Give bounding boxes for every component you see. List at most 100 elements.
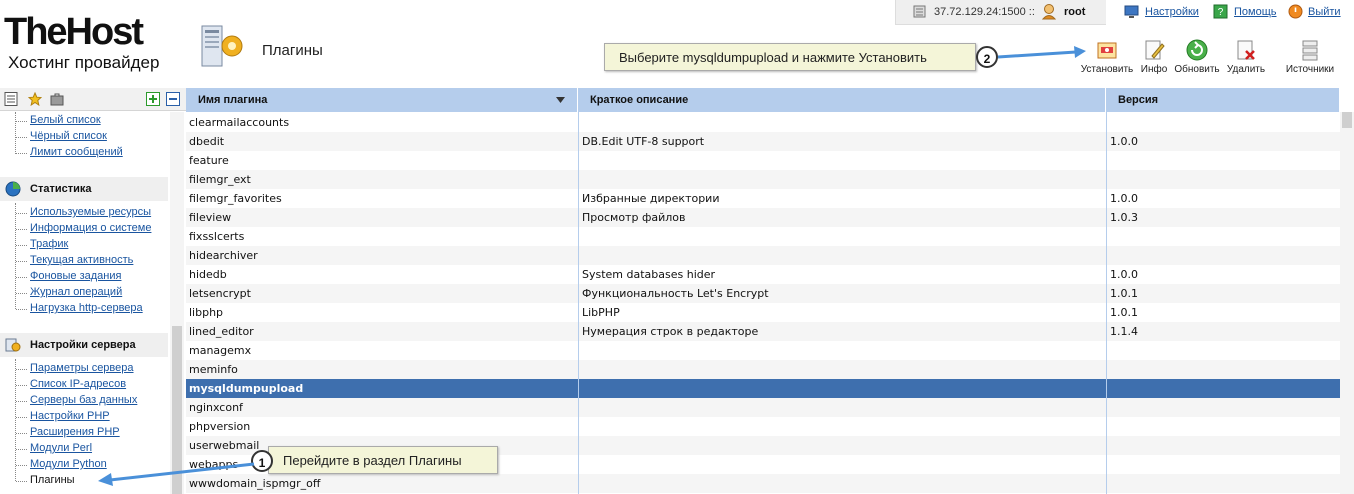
- current-user: root: [1064, 6, 1086, 18]
- cell-description: [582, 151, 1102, 170]
- list-view-icon[interactable]: [4, 92, 18, 106]
- table-row[interactable]: dbedit DB.Edit UTF-8 support 1.0.0: [186, 132, 1340, 151]
- sidebar-item-db-servers[interactable]: Серверы баз данных: [30, 394, 137, 406]
- server-icon: [913, 5, 926, 18]
- cell-version: [1110, 455, 1330, 474]
- install-label: Установить: [1080, 64, 1134, 75]
- table-row[interactable]: fixsslcerts: [186, 227, 1340, 246]
- cell-description: [582, 436, 1102, 455]
- server-settings-icon: [5, 338, 21, 352]
- sidebar-item-plugins[interactable]: Плагины: [30, 474, 75, 486]
- sidebar-item-php-settings[interactable]: Настройки PHP: [30, 410, 110, 422]
- cell-plugin-name: phpversion: [189, 420, 251, 433]
- sidebar-item-system-info[interactable]: Информация о системе: [30, 222, 151, 234]
- table-row[interactable]: wwwdomain_ispmgr_off: [186, 474, 1340, 493]
- monitor-icon[interactable]: [1124, 4, 1139, 19]
- sidebar-section-server-settings[interactable]: Настройки сервера: [0, 333, 168, 357]
- cell-plugin-name: clearmailaccounts: [189, 116, 290, 129]
- sidebar-item-activity[interactable]: Текущая активность: [30, 254, 133, 266]
- column-version-label: Версия: [1118, 94, 1159, 106]
- delete-button[interactable]: Удалить: [1224, 38, 1268, 75]
- briefcase-icon[interactable]: [50, 92, 64, 106]
- top-bar: 37.72.129.24:1500 :: root Настройки ? По…: [895, 0, 1354, 25]
- svg-text:?: ?: [1218, 7, 1224, 18]
- sidebar-item-resources[interactable]: Используемые ресурсы: [30, 206, 151, 218]
- cell-plugin-name: libphp: [189, 306, 224, 319]
- expand-all-icon[interactable]: [146, 92, 160, 106]
- sidebar-item-whitelist[interactable]: Белый список: [30, 114, 101, 126]
- table-row[interactable]: nginxconf: [186, 398, 1340, 417]
- refresh-button[interactable]: Обновить: [1172, 38, 1222, 75]
- callout-step-1-text: Перейдите в раздел Плагины: [283, 453, 462, 468]
- table-row[interactable]: lined_editor Нумерация строк в редакторе 1…: [186, 322, 1340, 341]
- table-row-selected[interactable]: mysqldumpupload: [186, 379, 1340, 398]
- callout-step-2: Выберите mysqldumpupload и нажмите Устан…: [604, 43, 976, 71]
- cell-version: [1110, 151, 1330, 170]
- table-row[interactable]: letsencrypt Функциональность Let's Encryp…: [186, 284, 1340, 303]
- refresh-icon: [1186, 39, 1208, 61]
- tree-line: [15, 112, 16, 154]
- table-row[interactable]: filemgr_favorites Избранные директории 1.0…: [186, 189, 1340, 208]
- sidebar-item-message-limit[interactable]: Лимит сообщений: [30, 146, 123, 158]
- sidebar-item-ip-list[interactable]: Список IP-адресов: [30, 378, 126, 390]
- logout-link[interactable]: Выйти: [1308, 6, 1341, 18]
- table-row[interactable]: hidedb System databases hider 1.0.0: [186, 265, 1340, 284]
- table-row[interactable]: hidearchiver: [186, 246, 1340, 265]
- cell-description: [582, 360, 1102, 379]
- page-title: Плагины: [262, 42, 323, 59]
- brand-subtitle: Хостинг провайдер: [8, 53, 160, 72]
- sort-desc-icon[interactable]: [556, 97, 565, 103]
- settings-link[interactable]: Настройки: [1145, 6, 1199, 18]
- sidebar-item-operation-log[interactable]: Журнал операций: [30, 286, 122, 298]
- sidebar-section-stats[interactable]: Статистика: [0, 177, 168, 201]
- sources-button[interactable]: Источники: [1280, 38, 1340, 75]
- table-row[interactable]: meminfo: [186, 360, 1340, 379]
- help-link[interactable]: Помощь: [1234, 6, 1277, 18]
- cell-description: [582, 227, 1102, 246]
- cell-version: [1110, 474, 1330, 493]
- column-header-version[interactable]: Версия: [1106, 88, 1340, 112]
- cell-plugin-name: fixsslcerts: [189, 230, 245, 243]
- cell-plugin-name: feature: [189, 154, 229, 167]
- sidebar-item-traffic[interactable]: Трафик: [30, 238, 68, 250]
- table-row[interactable]: managemx: [186, 341, 1340, 360]
- table-row[interactable]: feature: [186, 151, 1340, 170]
- table-row[interactable]: phpversion: [186, 417, 1340, 436]
- cell-plugin-name: meminfo: [189, 363, 238, 376]
- power-icon[interactable]: [1288, 4, 1303, 19]
- table-row[interactable]: fileview Просмотр файлов 1.0.3: [186, 208, 1340, 227]
- cell-description: Нумерация строк в редакторе: [582, 325, 759, 338]
- column-header-description[interactable]: Краткое описание: [578, 88, 1106, 112]
- sidebar-item-blacklist[interactable]: Чёрный список: [30, 130, 107, 142]
- arrow-to-install-icon: [997, 46, 1086, 59]
- table-scrollbar[interactable]: [1340, 112, 1354, 494]
- cell-version: [1110, 379, 1330, 398]
- info-button[interactable]: Инфо: [1138, 38, 1170, 75]
- sidebar-item-php-extensions[interactable]: Расширения PHP: [30, 426, 120, 438]
- table-row[interactable]: clearmailaccounts: [186, 113, 1340, 132]
- sidebar-item-server-params[interactable]: Параметры сервера: [30, 362, 134, 374]
- sidebar-item-http-load[interactable]: Нагрузка http-сервера: [30, 302, 143, 314]
- sources-icon: [1302, 40, 1318, 61]
- cell-version: 1.1.4: [1110, 325, 1138, 338]
- callout-step-1: Перейдите в раздел Плагины: [268, 446, 498, 474]
- column-divider: [1106, 112, 1107, 494]
- cell-description: DB.Edit UTF-8 support: [582, 135, 705, 148]
- sources-label: Источники: [1285, 64, 1335, 75]
- cell-plugin-name: managemx: [189, 344, 252, 357]
- cell-version: 1.0.0: [1110, 268, 1138, 281]
- collapse-all-icon[interactable]: [166, 92, 180, 106]
- delete-icon: [1237, 40, 1255, 60]
- table-row[interactable]: libphp LibPHP 1.0.1: [186, 303, 1340, 322]
- table-row[interactable]: filemgr_ext: [186, 170, 1340, 189]
- cell-version: [1110, 246, 1330, 265]
- star-icon[interactable]: [28, 92, 42, 106]
- column-header-name[interactable]: Имя плагина: [186, 88, 578, 112]
- cell-version: 1.0.0: [1110, 135, 1138, 148]
- table-scroll-thumb[interactable]: [1342, 112, 1352, 128]
- cell-description: LibPHP: [582, 306, 620, 319]
- sidebar-item-background-jobs[interactable]: Фоновые задания: [30, 270, 121, 282]
- server-address: 37.72.129.24:1500 ::: [934, 6, 1035, 18]
- help-book-icon[interactable]: ?: [1213, 4, 1228, 19]
- sidebar-item-perl-modules[interactable]: Модули Perl: [30, 442, 92, 454]
